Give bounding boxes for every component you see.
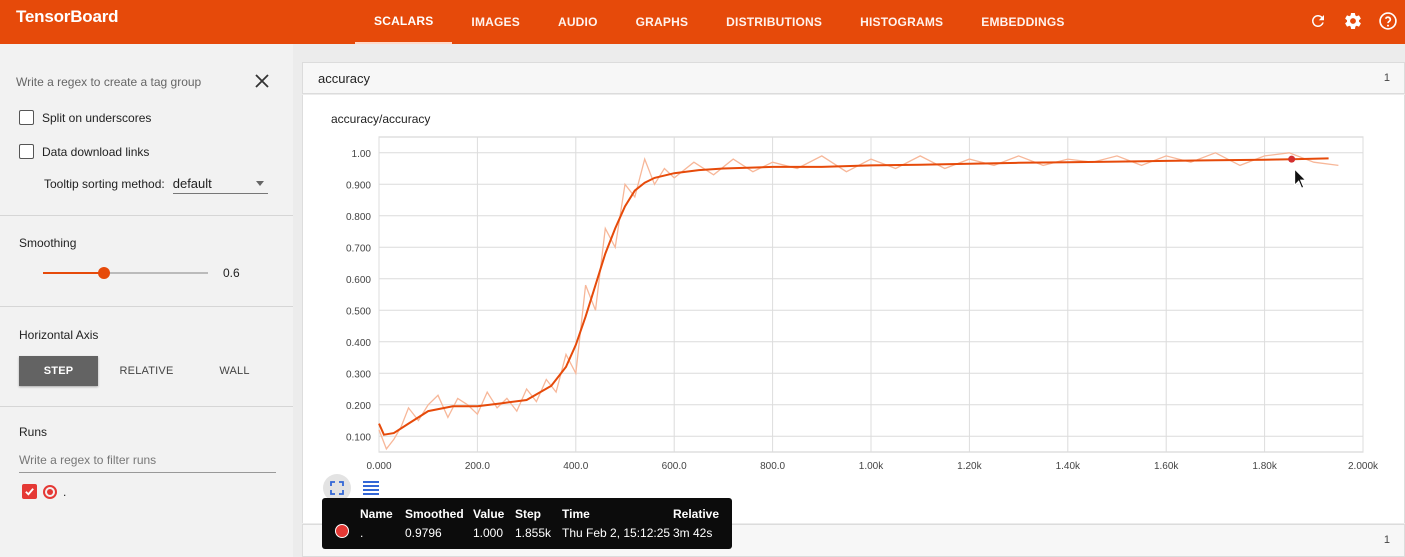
divider [0, 406, 293, 407]
y-tick-label: 0.900 [346, 180, 371, 191]
horizontal-axis-title: Horizontal Axis [19, 328, 99, 342]
chart-tooltip: Name Smoothed Value Step Time Relative .… [322, 498, 732, 549]
smoothing-slider[interactable] [43, 267, 208, 279]
x-tick-label: 800.0 [760, 461, 785, 470]
x-tick-label: 1.40k [1056, 461, 1081, 470]
smoothing-slider-fill [43, 272, 105, 274]
y-tick-label: 0.400 [346, 338, 371, 349]
nav-tabs: SCALARS IMAGES AUDIO GRAPHS DISTRIBUTION… [355, 0, 1084, 44]
help-icon[interactable] [1374, 7, 1401, 34]
top-icons [1304, 7, 1401, 34]
data-download-row[interactable]: Data download links [19, 144, 149, 159]
tag-group-title: accuracy [318, 71, 371, 86]
tag-group-header[interactable]: accuracy 1 [302, 62, 1405, 94]
expand-icon [330, 481, 344, 495]
tooltip-value: 1.000 [473, 526, 504, 540]
y-tick-label: 0.700 [346, 243, 371, 254]
smoothing-value: 0.6 [223, 266, 240, 280]
tooltip-sorting-row: Tooltip sorting method: default [44, 174, 268, 194]
refresh-icon[interactable] [1304, 7, 1331, 34]
smoothing-slider-handle[interactable] [98, 267, 111, 279]
smoothing-title: Smoothing [19, 236, 77, 250]
y-tick-label: 0.500 [346, 306, 371, 317]
dropdown-caret-icon [255, 181, 264, 186]
top-app-bar: TensorBoard SCALARS IMAGES AUDIO GRAPHS … [0, 0, 1405, 44]
run-item[interactable]: . [22, 484, 66, 499]
x-tick-label: 400.0 [563, 461, 588, 470]
sidebar: Write a regex to create a tag group Spli… [0, 44, 293, 557]
x-tick-label: 1.60k [1154, 461, 1179, 470]
tag-group-count: 1 [1383, 72, 1390, 84]
tab-distributions[interactable]: DISTRIBUTIONS [707, 0, 841, 44]
tooltip-smoothed: 0.9796 [405, 526, 442, 540]
hover-point [1288, 155, 1296, 163]
tooltip-relative: 3m 42s [673, 526, 713, 540]
axis-relative-button[interactable]: RELATIVE [107, 356, 186, 386]
tooltip-header-step: Step [515, 507, 542, 521]
runs-filter-input[interactable]: Write a regex to filter runs [19, 453, 276, 473]
next-tag-group-count: 1 [1383, 534, 1390, 546]
main-panel: accuracy 1 accuracy/accuracy 0.000 200.0 4… [302, 62, 1405, 557]
tab-graphs[interactable]: GRAPHS [617, 0, 708, 44]
tooltip-step: 1.855k [515, 526, 552, 540]
axis-wall-button[interactable]: WALL [195, 356, 274, 386]
x-tick-label: 1.20k [957, 461, 982, 470]
scalar-chart-card: accuracy/accuracy 0.000 200.0 400.0 600.0 80… [302, 95, 1405, 523]
y-tick-label: 1.00 [352, 149, 372, 160]
x-tick-label: 2.000k [1348, 461, 1379, 470]
tab-images[interactable]: IMAGES [452, 0, 539, 44]
close-icon[interactable] [252, 71, 272, 91]
tooltip-header-smoothed: Smoothed [405, 507, 464, 521]
tooltip-sorting-label: Tooltip sorting method: [44, 177, 165, 191]
x-tick-label: 600.0 [662, 461, 687, 470]
tab-audio[interactable]: AUDIO [539, 0, 617, 44]
tag-group-regex-input[interactable]: Write a regex to create a tag group [16, 75, 201, 89]
run-checkbox[interactable] [22, 484, 37, 499]
axis-step-button[interactable]: STEP [19, 356, 98, 386]
run-color-dot [335, 524, 349, 538]
y-tick-label: 0.200 [346, 401, 371, 412]
divider [0, 215, 293, 216]
settings-gear-icon[interactable] [1339, 7, 1366, 34]
accuracy-line-chart[interactable]: 0.000 200.0 400.0 600.0 800.0 1.00k 1.20k 1.40k… [303, 95, 1404, 470]
split-underscores-row[interactable]: Split on underscores [19, 110, 151, 125]
x-tick-label: 1.80k [1252, 461, 1277, 470]
tooltip-header-relative: Relative [673, 507, 720, 521]
run-radio[interactable] [43, 484, 57, 499]
tooltip-name: . [360, 526, 364, 540]
tooltip-header-time: Time [562, 507, 590, 521]
horizontal-axis-buttons: STEP RELATIVE WALL [19, 356, 283, 386]
split-underscores-label: Split on underscores [42, 110, 152, 125]
y-tick-label: 0.300 [346, 369, 371, 380]
app-title: TensorBoard [16, 7, 119, 26]
tooltip-header-value: Value [473, 507, 505, 521]
x-tick-label: 200.0 [465, 461, 490, 470]
list-icon [363, 481, 379, 495]
run-name: . [63, 484, 67, 499]
runs-title: Runs [19, 425, 48, 439]
tooltip-header-name: Name [360, 507, 393, 521]
data-download-label: Data download links [42, 144, 150, 159]
y-tick-label: 0.800 [346, 212, 371, 223]
split-underscores-checkbox[interactable] [19, 110, 34, 125]
tooltip-time: Thu Feb 2, 15:12:25 [562, 526, 671, 540]
tab-histograms[interactable]: HISTOGRAMS [841, 0, 962, 44]
tooltip-sorting-select[interactable]: default [172, 174, 268, 194]
y-tick-label: 0.600 [346, 275, 371, 286]
x-tick-label: 0.000 [366, 461, 391, 470]
tooltip-sorting-value: default [172, 176, 212, 191]
x-tick-label: 1.00k [859, 461, 884, 470]
divider [0, 306, 293, 307]
y-tick-label: 0.100 [346, 432, 371, 443]
tab-embeddings[interactable]: EMBEDDINGS [962, 0, 1083, 44]
data-download-checkbox[interactable] [19, 144, 34, 159]
tab-scalars[interactable]: SCALARS [355, 0, 453, 44]
